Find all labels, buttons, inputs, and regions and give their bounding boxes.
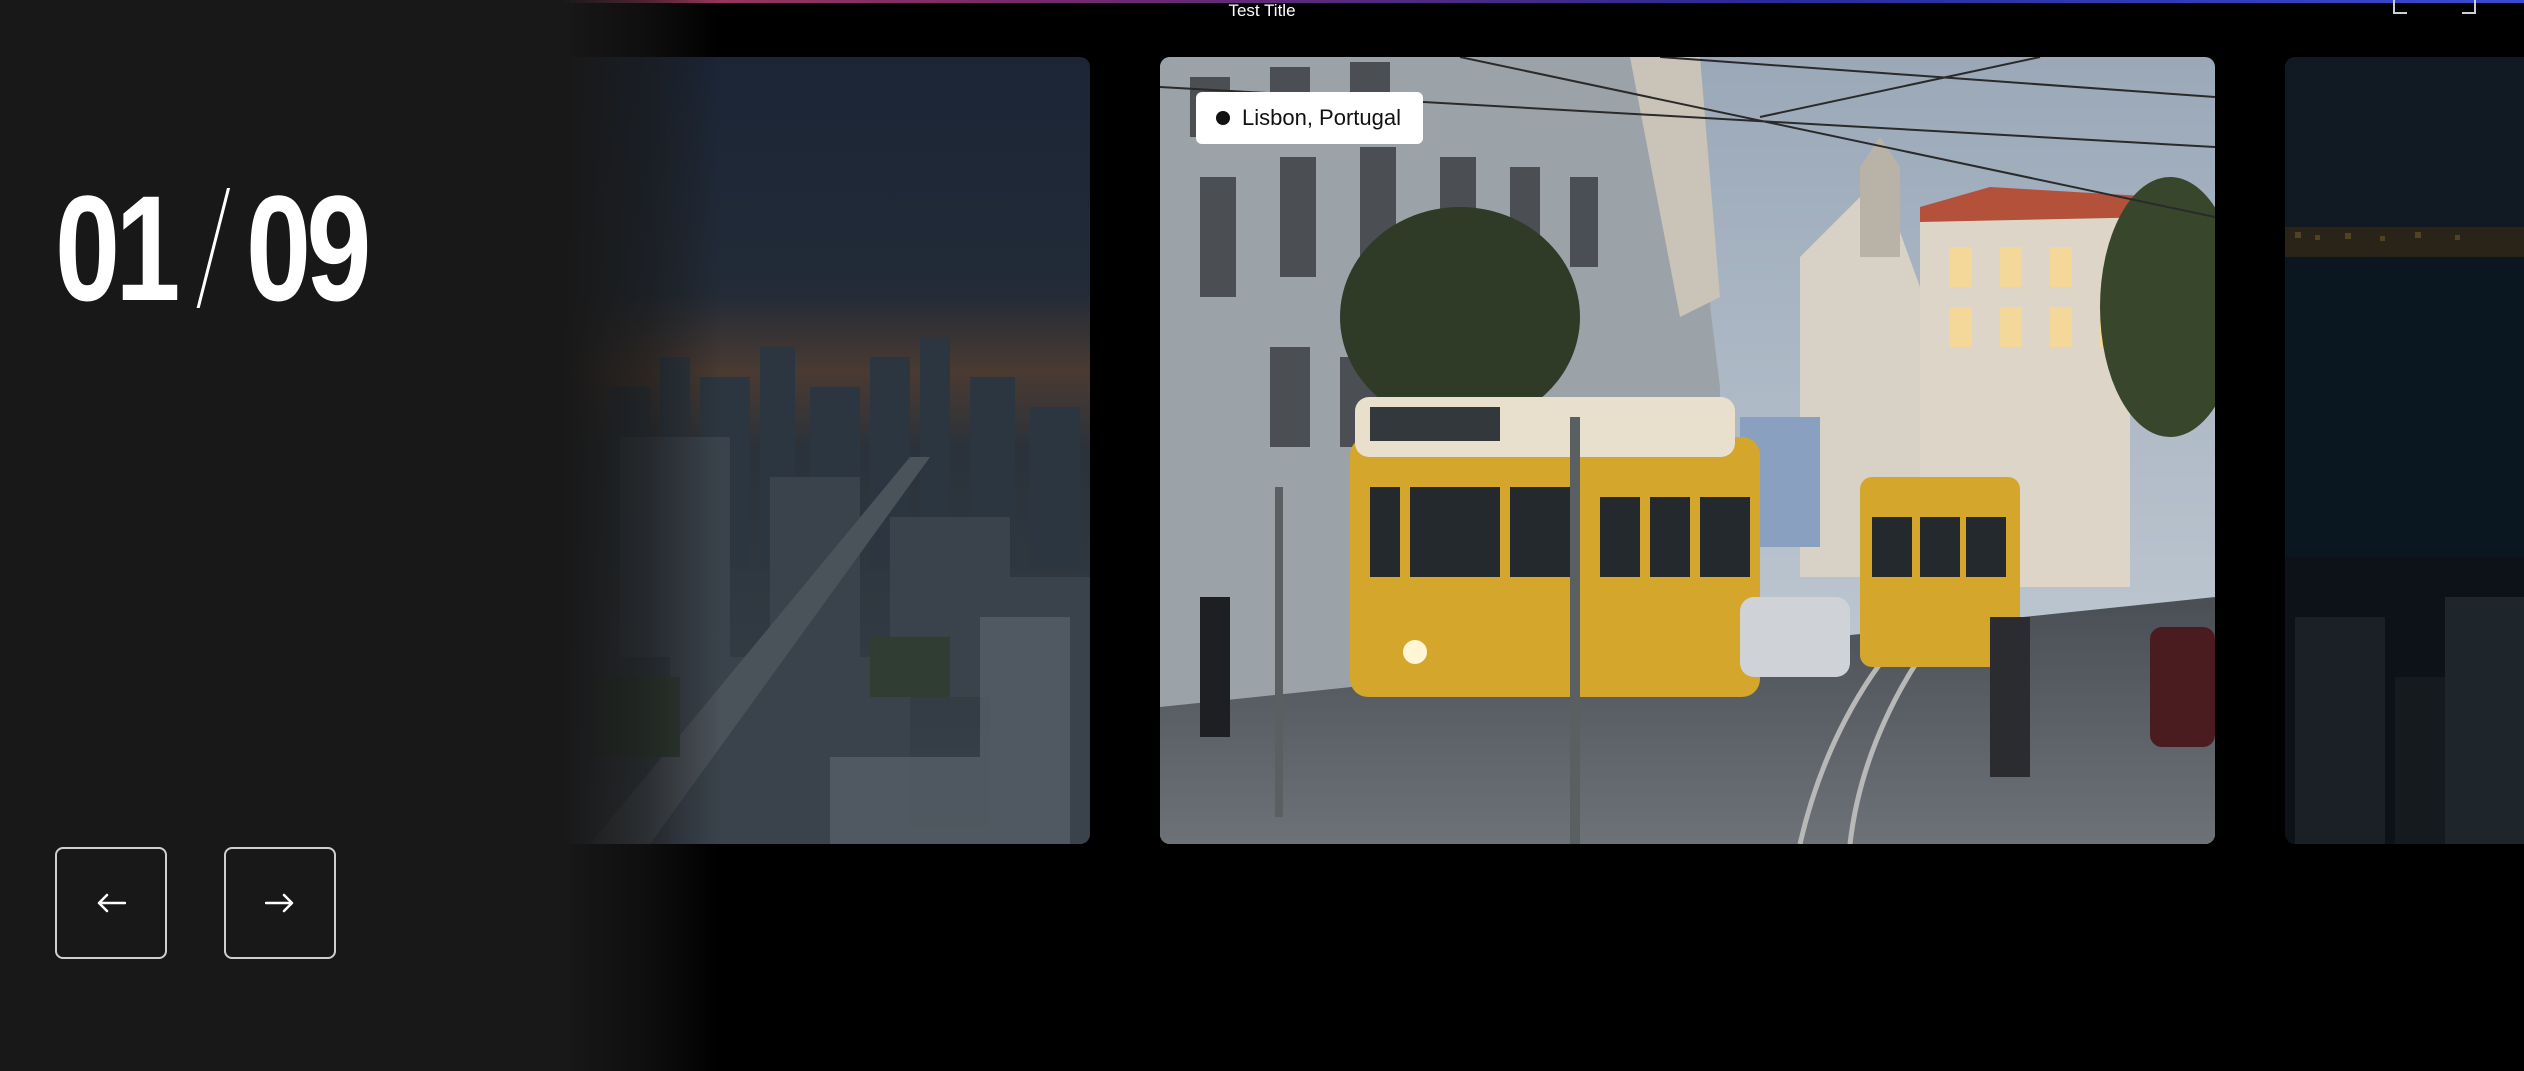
- arrow-right-icon: [265, 893, 294, 913]
- location-label: Lisbon, Portugal: [1242, 105, 1401, 130]
- corner-bracket-left-icon: [2393, 0, 2407, 14]
- slide-lisbon-tram[interactable]: [1160, 57, 2215, 844]
- location-tag: Lisbon, Portugal: [1196, 92, 1423, 144]
- city-night-image: [2285, 57, 2524, 844]
- arrow-left-icon: [97, 893, 126, 913]
- slide-city-night[interactable]: [2285, 57, 2524, 844]
- slide-counter-current: 01: [55, 163, 180, 332]
- slide-counter-total: 09: [245, 163, 371, 332]
- slide-counter: 01 09: [55, 173, 371, 323]
- lisbon-tram-image: [1160, 57, 2215, 844]
- corner-bracket-right-icon: [2462, 0, 2476, 14]
- page-title: Test Title: [1228, 1, 1296, 20]
- previous-slide-button[interactable]: [55, 847, 167, 959]
- location-dot-icon: [1216, 111, 1230, 125]
- counter-divider: [196, 187, 230, 308]
- next-slide-button[interactable]: [224, 847, 336, 959]
